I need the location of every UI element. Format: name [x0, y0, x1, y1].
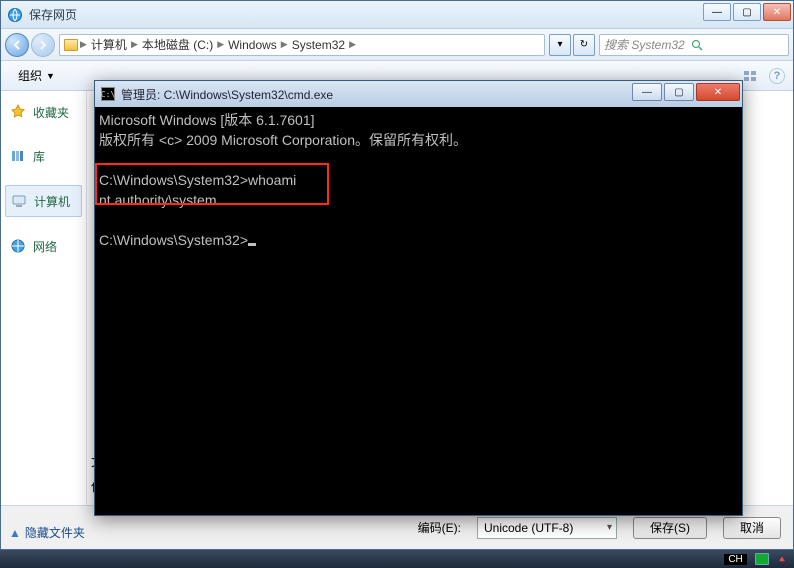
nav-forward-button[interactable] [31, 33, 55, 57]
cmd-window: C:\ 管理员: C:\Windows\System32\cmd.exe — ▢… [94, 80, 743, 516]
hide-folders-label: 隐藏文件夹 [25, 524, 85, 541]
chevron-down-icon: ▼ [46, 71, 55, 81]
nav-back-button[interactable] [5, 33, 29, 57]
cmd-close-button[interactable]: ✕ [696, 83, 740, 101]
cmd-minimize-button[interactable]: — [632, 83, 662, 101]
cmd-line: Microsoft Windows [版本 6.1.7601] [99, 112, 315, 128]
organize-button[interactable]: 组织 ▼ [9, 64, 64, 87]
breadcrumb[interactable]: ▶ 计算机 ▶ 本地磁盘 (C:) ▶ Windows ▶ System32 ▶ [59, 34, 545, 56]
cmd-line: C:\Windows\System32> [99, 232, 248, 248]
breadcrumb-item-windows[interactable]: Windows [226, 38, 279, 52]
library-icon [9, 147, 27, 165]
tray-battery-icon[interactable] [755, 553, 769, 565]
chevron-right-icon: ▶ [131, 39, 138, 50]
search-icon [691, 39, 703, 51]
sidebar-item-libraries[interactable]: 库 [5, 141, 82, 171]
minimize-button[interactable]: — [703, 3, 731, 21]
sidebar-item-label: 网络 [33, 238, 57, 255]
refresh-button[interactable]: ↻ [573, 34, 595, 56]
window-title: 保存网页 [29, 6, 77, 23]
cmd-line: 版权所有 <c> 2009 Microsoft Corporation。保留所有… [99, 132, 467, 148]
cmd-line: C:\Windows\System32>whoami [99, 172, 296, 188]
cmd-title: 管理员: C:\Windows\System32\cmd.exe [121, 86, 333, 103]
nav-bar: ▶ 计算机 ▶ 本地磁盘 (C:) ▶ Windows ▶ System32 ▶… [1, 29, 793, 61]
folder-icon [64, 39, 78, 51]
cmd-maximize-button[interactable]: ▢ [664, 83, 694, 101]
sidebar-item-favorites[interactable]: 收藏夹 [5, 97, 82, 127]
cancel-button[interactable]: 取消 [723, 517, 781, 539]
cmd-icon: C:\ [101, 87, 115, 101]
star-icon [9, 103, 27, 121]
maximize-button[interactable]: ▢ [733, 3, 761, 21]
sidebar-item-label: 计算机 [34, 193, 70, 210]
network-icon [9, 237, 27, 255]
help-button[interactable]: ? [769, 68, 785, 84]
search-placeholder-text: 搜索 System32 [604, 36, 685, 53]
encoding-value: Unicode (UTF-8) [484, 521, 573, 535]
organize-label: 组织 [18, 67, 42, 84]
sidebar-item-computer[interactable]: 计算机 [5, 185, 82, 217]
encoding-select[interactable]: Unicode (UTF-8) [477, 517, 617, 539]
taskbar[interactable]: CH 🔺 [0, 550, 794, 568]
cmd-window-control-buttons: — ▢ ✕ [632, 83, 740, 101]
sidebar-item-network[interactable]: 网络 [5, 231, 82, 261]
chevron-up-icon: ▲ [9, 526, 21, 540]
chevron-right-icon: ▶ [80, 39, 87, 50]
computer-icon [10, 192, 28, 210]
close-button[interactable]: ✕ [763, 3, 791, 21]
breadcrumb-item-computer[interactable]: 计算机 [89, 36, 129, 53]
ie-icon [7, 7, 23, 23]
sidebar-item-label: 收藏夹 [33, 104, 69, 121]
chevron-right-icon: ▶ [281, 39, 288, 50]
breadcrumb-item-cdrive[interactable]: 本地磁盘 (C:) [140, 36, 215, 53]
history-dropdown-button[interactable]: ▾ [549, 34, 571, 56]
breadcrumb-item-system32[interactable]: System32 [290, 38, 347, 52]
ime-indicator[interactable]: CH [724, 554, 746, 565]
window-control-buttons: — ▢ ✕ [703, 3, 791, 21]
encoding-label: 编码(E): [418, 519, 461, 536]
save-label: 保存(S) [650, 519, 690, 536]
hide-folders-link[interactable]: ▲ 隐藏文件夹 [9, 524, 85, 541]
search-input[interactable]: 搜索 System32 [599, 34, 789, 56]
cmd-titlebar[interactable]: C:\ 管理员: C:\Windows\System32\cmd.exe — ▢… [95, 81, 742, 107]
view-options-button[interactable] [741, 67, 759, 85]
tray-chevron-icon[interactable]: 🔺 [777, 554, 788, 565]
sidebar-item-label: 库 [33, 148, 45, 165]
cmd-output[interactable]: Microsoft Windows [版本 6.1.7601] 版权所有 <c>… [95, 107, 742, 515]
save-dialog-titlebar[interactable]: 保存网页 — ▢ ✕ [1, 1, 793, 29]
chevron-right-icon: ▶ [349, 39, 356, 50]
save-button[interactable]: 保存(S) [633, 517, 707, 539]
cmd-cursor [248, 243, 256, 246]
sidebar: 收藏夹 库 计算机 网络 [1, 91, 87, 505]
cancel-label: 取消 [740, 519, 764, 536]
cmd-line: nt authority\system [99, 192, 217, 208]
chevron-right-icon: ▶ [217, 39, 224, 50]
